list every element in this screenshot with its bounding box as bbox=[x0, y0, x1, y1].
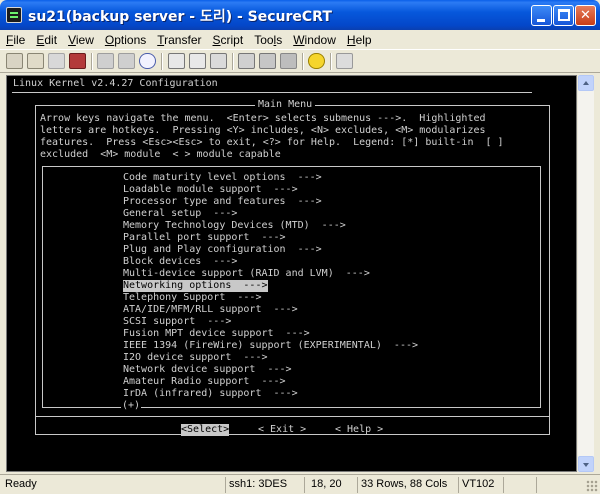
menu-bar: File Edit View Options Transfer Script Tools Wi… bbox=[0, 30, 600, 49]
connect-icon[interactable] bbox=[6, 53, 23, 69]
scroll-up-icon[interactable] bbox=[578, 75, 594, 91]
menu-list-item[interactable]: Multi-device support (RAID and LVM) ---> bbox=[123, 268, 370, 280]
menu-list-item[interactable]: SCSI support ---> bbox=[123, 316, 231, 328]
vertical-scrollbar[interactable] bbox=[578, 75, 594, 472]
toolbar-separator bbox=[302, 53, 304, 70]
keymap-icon[interactable] bbox=[280, 53, 297, 69]
status-terminal-size: 33 Rows, 88 Cols bbox=[357, 477, 455, 493]
minimize-icon bbox=[537, 19, 545, 22]
paste-icon[interactable] bbox=[118, 53, 135, 69]
toolbar-separator bbox=[232, 53, 234, 70]
menu-list-item[interactable]: Parallel port support ---> bbox=[123, 232, 286, 244]
title-bar[interactable]: su21(backup server - 도리) - SecureCRT ✕ bbox=[0, 0, 600, 30]
resize-grip-icon[interactable] bbox=[586, 480, 598, 492]
help-icon[interactable] bbox=[308, 53, 325, 69]
print-screen-icon[interactable] bbox=[210, 53, 227, 69]
minimize-button[interactable] bbox=[531, 5, 552, 26]
help-line: features. Press <Esc><Esc> to exit, <?> … bbox=[40, 137, 504, 148]
toolbar-separator bbox=[91, 53, 93, 70]
exit-button[interactable]: < Exit > bbox=[258, 424, 306, 436]
maximize-button[interactable] bbox=[553, 5, 574, 26]
maximize-icon bbox=[558, 9, 570, 21]
menu-list-item[interactable]: Processor type and features ---> bbox=[123, 196, 322, 208]
select-button[interactable]: <Select> bbox=[181, 424, 230, 436]
status-bar: Ready ssh1: 3DES 18, 20 33 Rows, 88 Cols… bbox=[0, 474, 600, 494]
help-button[interactable]: < Help > bbox=[335, 424, 383, 436]
help-line: excluded <M> module < > module capable bbox=[40, 149, 281, 160]
connect-in-tab-icon[interactable] bbox=[48, 53, 65, 69]
menu-tools[interactable]: Tools bbox=[254, 33, 282, 47]
menu-list-item[interactable]: Loadable module support ---> bbox=[123, 184, 298, 196]
menu-list-item[interactable]: Amateur Radio support ---> bbox=[123, 376, 286, 388]
menu-list-item[interactable]: Fusion MPT device support ---> bbox=[123, 328, 310, 340]
help-line: Arrow keys navigate the menu. <Enter> se… bbox=[40, 113, 486, 124]
status-cursor-position: 18, 20 bbox=[304, 477, 354, 493]
scroll-down-icon[interactable] bbox=[578, 456, 594, 472]
menu-list-item[interactable]: General setup ---> bbox=[123, 208, 237, 220]
find-icon[interactable] bbox=[139, 53, 156, 69]
menu-edit[interactable]: Edit bbox=[36, 33, 57, 47]
button-separator bbox=[35, 416, 550, 417]
menu-script[interactable]: Script bbox=[213, 33, 244, 47]
menu-list-item[interactable]: Memory Technology Devices (MTD) ---> bbox=[123, 220, 346, 232]
terminal-screen[interactable]: Linux Kernel v2.4.27 Configuration Main … bbox=[6, 75, 577, 472]
menu-list-item[interactable]: IEEE 1394 (FireWire) support (EXPERIMENT… bbox=[123, 340, 418, 352]
menu-options[interactable]: Options bbox=[105, 33, 146, 47]
menu-list-item[interactable]: Telephony Support ---> bbox=[123, 292, 261, 304]
toolbar-separator bbox=[161, 53, 163, 70]
menu-window[interactable]: Window bbox=[293, 33, 336, 47]
config-header: Linux Kernel v2.4.27 Configuration bbox=[13, 78, 218, 89]
window-title: su21(backup server - 도리) - SecureCRT bbox=[28, 9, 332, 25]
close-icon: ✕ bbox=[580, 8, 591, 23]
print-icon[interactable] bbox=[168, 53, 185, 69]
status-terminal-type: VT102 bbox=[458, 477, 500, 493]
securecrt-app-icon[interactable] bbox=[6, 7, 22, 23]
menu-view[interactable]: View bbox=[68, 33, 94, 47]
print-selection-icon[interactable] bbox=[189, 53, 206, 69]
help-line: letters are hotkeys. Pressing <Y> includ… bbox=[40, 125, 486, 136]
menu-list-item[interactable]: Plug and Play configuration ---> bbox=[123, 244, 322, 256]
menu-list-item[interactable]: Block devices ---> bbox=[123, 256, 237, 268]
status-ready: Ready bbox=[5, 478, 37, 490]
global-options-icon[interactable] bbox=[259, 53, 276, 69]
log-session-icon[interactable] bbox=[336, 53, 353, 69]
session-options-icon[interactable] bbox=[238, 53, 255, 69]
menu-file[interactable]: File bbox=[6, 33, 25, 47]
dialog-title: Main Menu bbox=[255, 99, 316, 111]
disconnect-icon[interactable] bbox=[69, 53, 86, 69]
menu-list-item[interactable]: I2O device support ---> bbox=[123, 352, 268, 364]
header-underline bbox=[12, 92, 532, 93]
menu-transfer[interactable]: Transfer bbox=[157, 33, 201, 47]
status-protocol: ssh1: 3DES bbox=[225, 477, 301, 493]
status-empty-cell-1 bbox=[503, 477, 533, 493]
menu-list-item[interactable]: ATA/IDE/MFM/RLL support ---> bbox=[123, 304, 298, 316]
quick-connect-icon[interactable] bbox=[27, 53, 44, 69]
menu-list-item[interactable]: Networking options ---> bbox=[123, 280, 268, 292]
status-empty-cell-2 bbox=[536, 477, 566, 493]
menu-list-item[interactable]: IrDA (infrared) support ---> bbox=[123, 388, 298, 400]
more-indicator: (+) bbox=[121, 400, 142, 412]
menu-help[interactable]: Help bbox=[347, 33, 372, 47]
menu-list-item[interactable]: Network device support ---> bbox=[123, 364, 292, 376]
toolbar-separator bbox=[330, 53, 332, 70]
copy-icon[interactable] bbox=[97, 53, 114, 69]
menu-list-item[interactable]: Code maturity level options ---> bbox=[123, 172, 322, 184]
toolbar bbox=[0, 49, 600, 73]
close-button[interactable]: ✕ bbox=[575, 5, 596, 26]
